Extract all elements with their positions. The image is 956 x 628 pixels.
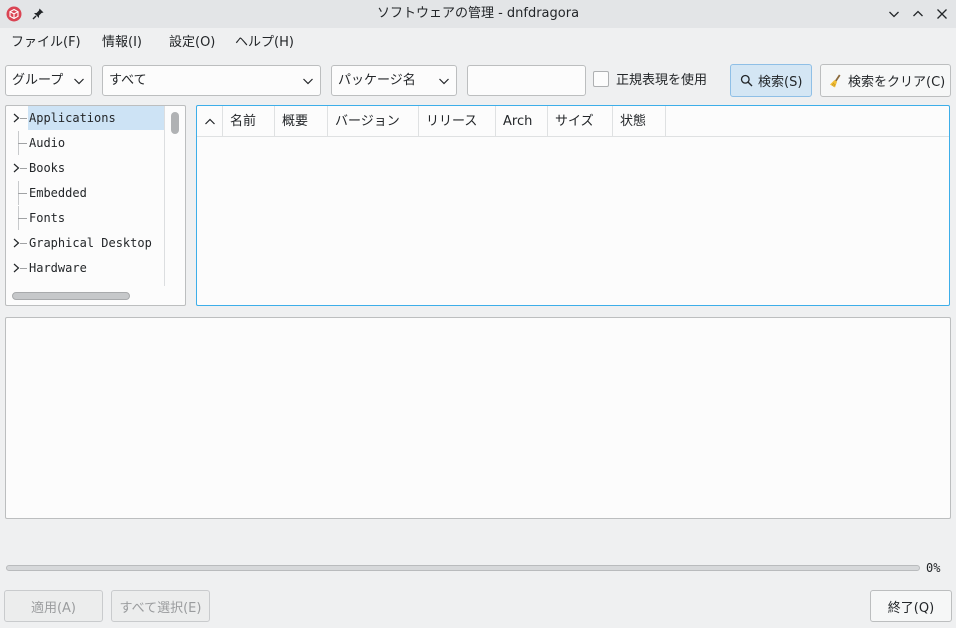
tree-item-label: Fonts [29, 211, 66, 225]
column-header[interactable]: 状態 [613, 106, 666, 137]
progress-percent: 0% [926, 561, 941, 575]
menu-info[interactable]: 情報(I) [96, 30, 148, 56]
search-field-dropdown[interactable]: パッケージ名 [331, 65, 457, 96]
tree-item-label: Audio [29, 136, 66, 150]
tree-item-label: Graphical Desktop [29, 236, 152, 250]
close-button[interactable] [932, 4, 952, 24]
sort-column-header[interactable] [197, 106, 223, 137]
menu-settings[interactable]: 設定(O) [163, 30, 221, 56]
chevron-up-icon [204, 118, 215, 124]
pin-icon[interactable] [30, 6, 46, 22]
tree-item-label: Applications [28, 106, 165, 130]
search-field-value: パッケージ名 [338, 73, 416, 88]
column-header[interactable]: Arch [496, 106, 548, 137]
package-table[interactable]: 名前 概要 バージョン リリース Arch サイズ 状態 [196, 105, 950, 306]
column-header[interactable]: リリース [419, 106, 496, 137]
tree-vertical-scrollbar[interactable] [171, 112, 179, 134]
tree-item[interactable]: Fonts [6, 206, 164, 230]
search-icon [740, 74, 753, 87]
window-title: ソフトウェアの管理 - dnfdragora [376, 6, 580, 21]
search-button[interactable]: 検索(S) [730, 64, 812, 97]
select-all-button[interactable]: すべて選択(E) [111, 590, 210, 622]
tree-branch-line [18, 193, 27, 194]
tree-item[interactable]: Embedded [6, 181, 164, 205]
tree-divider [164, 106, 165, 286]
progress-bar [6, 565, 920, 571]
chevron-down-icon [303, 78, 313, 85]
filter-value: すべて [109, 73, 147, 88]
search-input[interactable] [467, 65, 586, 96]
regex-checkbox[interactable] [593, 71, 609, 87]
clear-search-button[interactable]: 検索をクリア(C) [820, 64, 951, 97]
minimize-button[interactable] [884, 4, 904, 24]
tree-item[interactable]: Audio [6, 131, 164, 155]
tree-branch-line [18, 143, 27, 144]
tree-item-label: Embedded [29, 186, 87, 200]
broom-icon [830, 74, 841, 87]
tree-item[interactable]: Graphical Desktop [6, 231, 164, 255]
tree-branch-line [20, 268, 27, 269]
table-header: 名前 概要 バージョン リリース Arch サイズ 状態 [197, 106, 949, 137]
chevron-down-icon [439, 78, 449, 85]
tree-horizontal-scrollbar[interactable] [12, 292, 130, 300]
dnfdragora-cube-icon[interactable] [6, 6, 22, 22]
apply-button[interactable]: 適用(A) [4, 590, 103, 622]
tree-item-label: Books [29, 161, 66, 175]
tree-item[interactable]: Books [6, 156, 164, 180]
search-button-label: 検索(S) [758, 75, 803, 90]
group-tree[interactable]: Applications Audio Books Embedded Fonts Graph… [5, 105, 186, 306]
column-header[interactable]: 名前 [223, 106, 275, 137]
tree-branch-line [20, 168, 27, 169]
view-mode-dropdown[interactable]: グループ [5, 65, 92, 96]
column-header[interactable]: バージョン [328, 106, 419, 137]
quit-button[interactable]: 終了(Q) [870, 590, 952, 622]
view-mode-value: グループ [12, 73, 64, 88]
menu-help[interactable]: ヘルプ(H) [229, 30, 300, 56]
tree-branch-line [20, 118, 27, 119]
close-icon [937, 9, 947, 19]
clear-search-label: 検索をクリア(C) [848, 75, 946, 90]
regex-label[interactable]: 正規表現を使用 [616, 65, 707, 96]
tree-branch-line [20, 243, 27, 244]
filter-dropdown[interactable]: すべて [102, 65, 321, 96]
column-header[interactable]: 概要 [275, 106, 328, 137]
maximize-button[interactable] [908, 4, 928, 24]
chevron-down-icon [889, 11, 899, 18]
tree-item[interactable]: Applications [6, 106, 165, 130]
chevron-down-icon [74, 78, 84, 85]
package-info-panel [5, 317, 951, 519]
column-header[interactable]: サイズ [548, 106, 613, 137]
tree-branch-line [18, 218, 27, 219]
tree-item-label: Hardware [29, 261, 87, 275]
tree-item[interactable]: Hardware [6, 256, 164, 280]
menu-file[interactable]: ファイル(F) [5, 30, 87, 56]
chevron-up-icon [913, 10, 923, 17]
